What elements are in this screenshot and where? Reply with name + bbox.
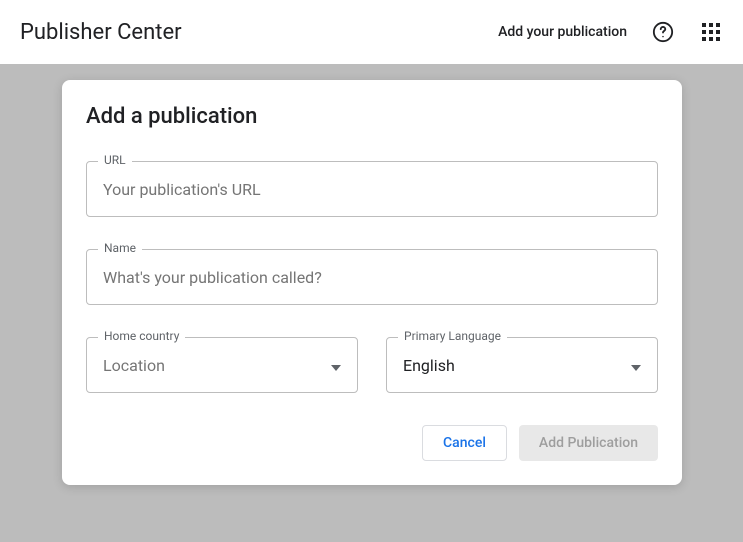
chevron-down-icon (331, 356, 341, 375)
modal-title: Add a publication (86, 104, 658, 129)
country-select[interactable]: Location (86, 337, 358, 393)
country-value: Location (103, 356, 165, 375)
language-label: Primary Language (398, 329, 507, 343)
language-value: English (403, 356, 455, 375)
language-field: Primary Language English (386, 337, 658, 393)
url-field: URL (86, 161, 658, 217)
app-title: Publisher Center (20, 20, 182, 45)
chevron-down-icon (631, 356, 641, 375)
name-input[interactable] (86, 249, 658, 305)
cancel-button[interactable]: Cancel (422, 425, 507, 461)
modal-actions: Cancel Add Publication (86, 425, 658, 461)
add-publication-link[interactable]: Add your publication (498, 24, 627, 40)
name-field: Name (86, 249, 658, 305)
field-row: Home country Location Primary Language E… (86, 337, 658, 393)
url-input[interactable] (86, 161, 658, 217)
country-field: Home country Location (86, 337, 358, 393)
header-actions: Add your publication (498, 20, 723, 44)
language-select[interactable]: English (386, 337, 658, 393)
add-publication-button[interactable]: Add Publication (519, 425, 658, 461)
apps-icon[interactable] (699, 20, 723, 44)
app-header: Publisher Center Add your publication (0, 0, 743, 64)
help-icon[interactable] (651, 20, 675, 44)
add-publication-modal: Add a publication URL Name Home country … (62, 80, 682, 485)
name-label: Name (98, 241, 142, 255)
url-label: URL (98, 153, 132, 167)
country-label: Home country (98, 329, 185, 343)
